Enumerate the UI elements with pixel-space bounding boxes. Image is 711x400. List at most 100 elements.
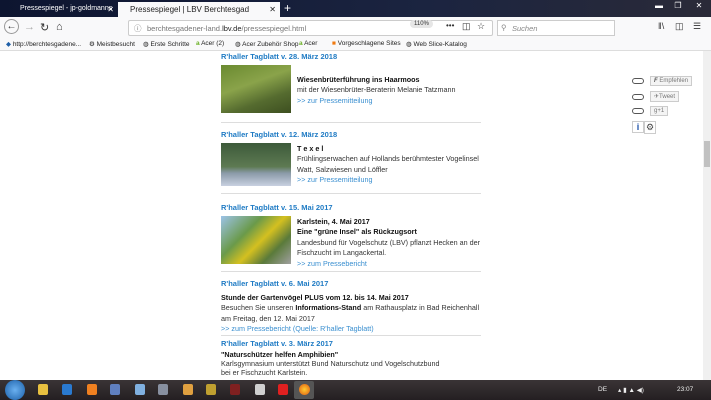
back-button[interactable]: ←	[4, 19, 19, 34]
entry-text: bei er Fischzucht Karlstein.	[221, 368, 308, 377]
app-icon[interactable]	[255, 384, 265, 395]
tab-jp-goldmanns[interactable]: Pressespiegel - jp-goldmanns ✕	[8, 2, 118, 17]
firefox-taskbar-button[interactable]	[294, 381, 314, 399]
bookmark-acer-shop[interactable]: ◍ Acer Zubehör Shop	[235, 40, 299, 48]
menu-icon[interactable]: ☰	[693, 21, 701, 32]
press-entry: R'haller Tagblatt v. 28. März 2018 Wiese…	[221, 52, 481, 113]
facebook-like-button[interactable]: F Empfehlen	[650, 76, 693, 86]
twitter-share: ✈Tweet	[632, 91, 680, 102]
entry-text: am Freitag, den 12. Mai 2017	[221, 313, 315, 323]
bookmark-web-slice[interactable]: ◍ Web Slice-Katalog	[406, 40, 467, 48]
media-icon[interactable]	[87, 384, 97, 395]
restore-button[interactable]: ❐	[669, 1, 687, 10]
rss-icon: ■	[332, 40, 336, 47]
youtube-icon[interactable]	[278, 384, 288, 395]
curlew-image[interactable]	[221, 65, 291, 113]
nav-bar: ← → ↻ ⌂ ⓘ berchtesgadener-land.lbv.de/pr…	[0, 17, 711, 39]
page-content: R'haller Tagblatt v. 28. März 2018 Wiese…	[0, 51, 703, 380]
entry-title: Wiesenbrüterführung ins Haarmoos	[297, 74, 420, 84]
zoom-level[interactable]: 110%	[410, 20, 433, 28]
app-icon[interactable]	[135, 384, 145, 395]
ie-icon[interactable]	[62, 384, 72, 395]
app-icon[interactable]	[183, 384, 193, 395]
bookmark-lbv[interactable]: ◆ http://berchtesgadene...	[6, 40, 81, 48]
gear-icon[interactable]: ⚙	[644, 121, 656, 134]
home-button[interactable]: ⌂	[56, 21, 63, 33]
gplus-label: +1	[657, 108, 665, 114]
bookmark-meistbesucht[interactable]: ⚙ Meistbesucht	[89, 40, 135, 48]
gear-icon: ⚙	[89, 41, 95, 48]
divider	[221, 193, 481, 194]
facebook-toggle[interactable]	[632, 78, 644, 84]
scrollbar[interactable]	[703, 51, 711, 380]
globe-icon: ◍	[235, 41, 241, 48]
entry-header: R'haller Tagblatt v. 6. Mai 2017	[221, 279, 329, 288]
sidebar-icon[interactable]: ◫	[675, 21, 684, 32]
scrollbar-thumb[interactable]	[704, 141, 710, 167]
minimize-button[interactable]: ▬	[650, 1, 668, 10]
facebook-label: Empfehlen	[659, 78, 689, 84]
search-input[interactable]: ⚲ Suchen	[497, 20, 615, 36]
explorer-icon[interactable]	[38, 384, 48, 395]
tweet-button[interactable]: ✈Tweet	[650, 91, 680, 102]
library-icon[interactable]: ‖\	[658, 21, 664, 31]
app-icon[interactable]	[158, 384, 168, 395]
excavator-image[interactable]	[221, 216, 291, 264]
tern-image[interactable]	[221, 143, 291, 186]
firefox-icon	[298, 384, 310, 395]
entry-title: "Naturschützer helfen Amphibien"	[221, 350, 339, 359]
language-indicator[interactable]: DE	[598, 386, 607, 393]
entry-subtitle: Eine "grüne Insel" als Rückzugsort	[297, 227, 417, 236]
taskbar: DE ▴ ▮ ▲ ◀) 23:07	[0, 380, 711, 400]
page-actions-icon[interactable]: •••	[446, 21, 454, 30]
close-tab-icon[interactable]: ✕	[107, 5, 114, 14]
bookmark-erste-schritte[interactable]: ◍ Erste Schritte	[143, 40, 190, 48]
start-button[interactable]	[5, 380, 25, 400]
app-icon[interactable]	[206, 384, 216, 395]
bookmark-vorgeschlagene[interactable]: ■ Vorgeschlagene Sites	[332, 40, 401, 47]
bookmark-star-icon[interactable]: ☆	[477, 21, 485, 32]
forward-button[interactable]: →	[24, 21, 35, 33]
acer-icon: a	[299, 40, 303, 47]
entry-text: Watt, Salzwiesen und Löffler	[297, 164, 388, 174]
tab-lbv[interactable]: Pressespiegel | LBV Berchtesgad ✕	[118, 2, 280, 17]
bookmark-label: Web Slice-Katalog	[413, 41, 467, 48]
pocket-icon[interactable]: ◫	[462, 21, 471, 32]
bookmark-label: Acer (2)	[201, 40, 225, 47]
tweet-label: Tweet	[659, 94, 676, 100]
close-tab-icon[interactable]: ✕	[269, 5, 276, 14]
bookmark-acer[interactable]: a Acer	[299, 40, 317, 47]
entry-link[interactable]: >> zum Pressebericht	[297, 259, 481, 270]
url-prefix: berchtesgadener-land.	[147, 24, 223, 33]
clock[interactable]: 23:07	[677, 386, 693, 393]
info-icon[interactable]: ⓘ	[134, 23, 142, 34]
divider	[221, 122, 481, 123]
twitter-toggle[interactable]	[632, 93, 644, 100]
bookmark-label: Acer Zubehör Shop	[242, 41, 299, 48]
entry-link[interactable]: >> zum Pressebericht (Quelle: R'haller T…	[221, 324, 481, 335]
bookmark-acer-2[interactable]: a Acer (2)	[196, 40, 224, 47]
tray-icons[interactable]: ▴ ▮ ▲ ◀)	[618, 386, 644, 394]
entry-text: Frühlingserwachen auf Hollands berühmtes…	[297, 154, 479, 163]
app-icon[interactable]	[110, 384, 120, 395]
close-window-button[interactable]: ✕	[690, 1, 708, 10]
new-tab-button[interactable]: +	[284, 1, 291, 15]
entry-text: Karlsgymnasium unterstützt Bund Natursch…	[221, 359, 440, 368]
entry-header: R'haller Tagblatt v. 12. März 2018	[221, 130, 338, 139]
bookmarks-toolbar: ◆ http://berchtesgadene... ⚙ Meistbesuch…	[0, 39, 711, 51]
reload-button[interactable]: ↻	[40, 21, 49, 34]
gplus-button[interactable]: g+1	[650, 106, 669, 116]
bookmark-label: Meistbesucht	[96, 41, 135, 48]
bookmark-label: Vorgeschlagene Sites	[337, 40, 401, 47]
entry-link[interactable]: >> zur Pressemitteilung	[297, 96, 481, 107]
press-entry: R'haller Tagblatt v. 12. März 2018 T e x…	[221, 130, 481, 186]
gplus-toggle[interactable]	[632, 108, 644, 114]
url-bar[interactable]: ⓘ berchtesgadener-land.lbv.de/pressespie…	[128, 20, 493, 36]
press-entry: R'haller Tagblatt v. 15. Mai 2017 Karlst…	[221, 203, 481, 269]
entry-text: am Rathausplatz in Bad Reichenhall	[361, 303, 480, 312]
info-icon[interactable]: i	[632, 121, 644, 133]
entry-text: Fischzucht im Langackertal.	[297, 248, 387, 257]
entry-link[interactable]: >> zur Pressemitteilung	[297, 175, 481, 186]
entry-header: R'haller Tagblatt v. 3. März 2017	[221, 339, 333, 348]
app-icon[interactable]	[230, 384, 240, 395]
